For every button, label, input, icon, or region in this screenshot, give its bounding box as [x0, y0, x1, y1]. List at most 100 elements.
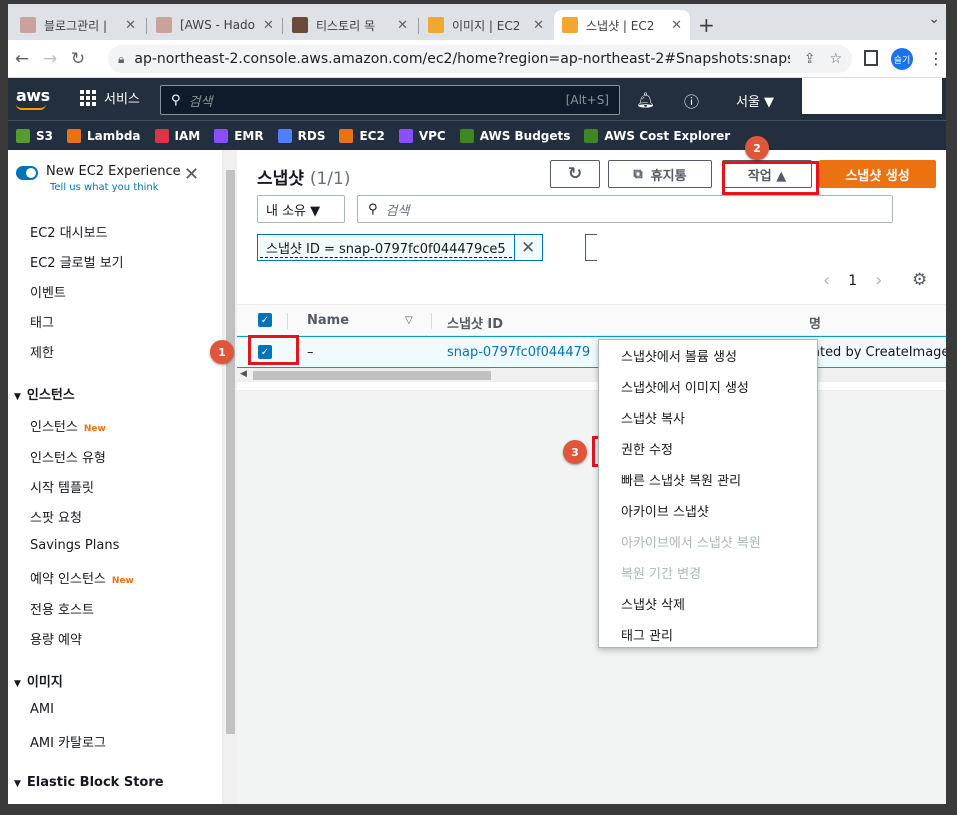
sidebar-section-instances[interactable]: ▼ 인스턴스: [14, 384, 75, 403]
select-all-checkbox[interactable]: ✓: [258, 313, 272, 327]
sidebar-item-ami-catalog[interactable]: AMI 카탈로그: [30, 732, 106, 751]
refresh-icon: ↻: [567, 164, 583, 184]
column-header-snapshot-id[interactable]: 스냅샷 ID: [447, 313, 503, 332]
forward-arrow-icon[interactable]: →: [36, 49, 64, 69]
favorite-iam[interactable]: IAM: [154, 128, 200, 143]
back-arrow-icon[interactable]: ←: [8, 49, 36, 69]
new-tab-plus-icon[interactable]: +: [698, 13, 715, 37]
close-icon[interactable]: ✕: [117, 18, 136, 33]
sidebar-item-events[interactable]: 이벤트: [30, 282, 66, 301]
new-experience-toggle[interactable]: [16, 166, 38, 180]
notification-bell-icon[interactable]: 🔔︎: [636, 91, 655, 109]
services-menu-button[interactable]: 서비스: [80, 88, 140, 107]
sidebar-item-launch-templates[interactable]: 시작 템플릿: [30, 477, 94, 496]
sidebar-item-capacity-reservations[interactable]: 용량 예약: [30, 629, 82, 648]
menu-item-create-image[interactable]: 스냅샷에서 이미지 생성: [621, 377, 749, 396]
sidebar-item-spot-requests[interactable]: 스팟 요청: [30, 507, 82, 526]
sidebar-item-global-view[interactable]: EC2 글로벌 보기: [30, 252, 124, 271]
feedback-link[interactable]: Tell us what you think: [50, 182, 181, 193]
menu-item-manage-tags[interactable]: 태그 관리: [621, 625, 673, 644]
help-icon[interactable]: ⓘ: [684, 91, 699, 112]
favorite-aws-budgets[interactable]: AWS Budgets: [459, 128, 570, 143]
close-icon[interactable]: ✕: [184, 164, 199, 185]
step-marker-3: 3: [563, 440, 587, 464]
region-selector[interactable]: 서울 ▼: [736, 91, 774, 110]
snapshot-id-link[interactable]: snap-0797fc0f044479: [447, 345, 590, 360]
favorite-cost-explorer[interactable]: AWS Cost Explorer: [584, 128, 730, 143]
sidebar-item-instances[interactable]: 인스턴스 New: [30, 416, 106, 435]
chevron-right-icon[interactable]: ›: [875, 270, 882, 291]
browser-tab[interactable]: 블로그관리 | ✕: [12, 10, 144, 40]
clear-filters-button[interactable]: [585, 234, 597, 261]
vpc-icon: [398, 128, 413, 143]
browser-tab[interactable]: 이미지 | EC2 ✕: [420, 10, 552, 40]
close-icon[interactable]: ✕: [255, 18, 274, 33]
browser-tab-active[interactable]: 스냅샷 | EC2 ✕: [554, 10, 690, 40]
sidebar-item-ec2-dashboard[interactable]: EC2 대시보드: [30, 222, 108, 241]
filter-token[interactable]: 스냅샷 ID = snap-0797fc0f044479ce5 ✕: [257, 234, 543, 261]
create-snapshot-button[interactable]: 스냅샷 생성: [819, 160, 936, 188]
close-icon[interactable]: ✕: [389, 18, 408, 33]
menu-item-modify-permissions[interactable]: 권한 수정: [621, 439, 673, 458]
chevron-left-icon[interactable]: ‹: [823, 270, 830, 291]
aws-search-input[interactable]: ⚲ 검색 [Alt+S]: [160, 85, 620, 115]
console-body: New EC2 Experience Tell us what you thin…: [8, 136, 946, 804]
close-icon[interactable]: ✕: [525, 18, 544, 33]
sort-triangle-icon[interactable]: ▽: [405, 315, 413, 326]
gear-icon[interactable]: ⚙: [912, 270, 927, 290]
table-row[interactable]: ✓ – snap-0797fc0f044479 ated by CreateIm…: [237, 336, 946, 368]
chevron-down-icon[interactable]: ⌄: [928, 11, 940, 27]
refresh-button[interactable]: ↻: [550, 160, 600, 188]
aws-logo[interactable]: aws: [16, 86, 50, 110]
bookmark-star-icon[interactable]: ☆: [829, 51, 842, 67]
search-icon: ⚲: [171, 92, 181, 108]
sidebar-section-ebs[interactable]: ▼ Elastic Block Store: [14, 775, 164, 790]
share-icon[interactable]: ⇪: [804, 51, 816, 67]
tistory-favicon-icon: [292, 17, 308, 33]
sidebar-scrollbar-thumb[interactable]: [226, 170, 235, 734]
favorite-rds[interactable]: RDS: [277, 128, 325, 143]
table-scrollbar-thumb[interactable]: [253, 371, 491, 380]
owner-filter-select[interactable]: 내 소유 ▼: [257, 195, 345, 223]
sidebar-item-reserved-instances[interactable]: 예약 인스턴스 New: [30, 568, 134, 587]
column-header-description[interactable]: 명: [809, 313, 821, 332]
menu-item-fast-snapshot-restore[interactable]: 빠른 스냅샷 복원 관리: [621, 470, 741, 489]
close-icon[interactable]: ✕: [513, 235, 542, 260]
page-number[interactable]: 1: [848, 273, 857, 289]
recycle-bin-button[interactable]: ⧉ 휴지통: [608, 160, 712, 188]
sidebar-item-savings-plans[interactable]: Savings Plans: [30, 538, 119, 553]
sidebar-item-limits[interactable]: 제한: [30, 342, 54, 361]
browser-tab[interactable]: 티스토리 목 ✕: [284, 10, 416, 40]
favorite-vpc[interactable]: VPC: [398, 128, 446, 143]
column-header-name[interactable]: Name: [307, 313, 349, 328]
menu-item-copy-snapshot[interactable]: 스냅샷 복사: [621, 408, 685, 427]
favorite-ec2[interactable]: EC2: [339, 128, 385, 143]
favorites-bar: S3 Lambda IAM EMR RDS EC2 VPC AWS Budget…: [8, 120, 946, 150]
favorite-emr[interactable]: EMR: [214, 128, 264, 143]
reload-icon[interactable]: ↻: [64, 49, 92, 69]
highlight-row-checkbox: [248, 335, 299, 365]
side-panel-icon[interactable]: [864, 50, 878, 66]
sidebar-section-images[interactable]: ▼ 이미지: [14, 671, 63, 690]
browser-tab[interactable]: [AWS - Hado ✕: [148, 10, 280, 40]
menu-item-archive-snapshot[interactable]: 아카이브 스냅샷: [621, 501, 709, 520]
more-menu-icon[interactable]: ⋮: [928, 49, 944, 68]
sidebar-item-instance-types[interactable]: 인스턴스 유형: [30, 447, 106, 466]
sidebar-item-dedicated-hosts[interactable]: 전용 호스트: [30, 599, 94, 618]
iam-icon: [154, 128, 169, 143]
favorite-s3[interactable]: S3: [16, 128, 53, 143]
snapshot-search-input[interactable]: ⚲ 검색: [357, 195, 893, 223]
favorite-lambda[interactable]: Lambda: [67, 128, 141, 143]
menu-item-delete-snapshot[interactable]: 스냅샷 삭제: [621, 594, 685, 613]
close-icon[interactable]: ✕: [663, 18, 682, 33]
row-name-cell: –: [307, 345, 314, 360]
account-menu-area[interactable]: [802, 78, 942, 114]
table-horizontal-scrollbar[interactable]: ◀: [237, 368, 946, 382]
sidebar-item-tags[interactable]: 태그: [30, 312, 54, 331]
sidebar-item-ami[interactable]: AMI: [30, 702, 54, 717]
browser-toolbar: ← → ↻ 🔒︎ ap-northeast-2.console.aws.amaz…: [8, 40, 946, 78]
scroll-left-arrow-icon[interactable]: ◀: [240, 369, 247, 379]
profile-avatar[interactable]: 슬기: [891, 48, 913, 70]
menu-item-create-volume[interactable]: 스냅샷에서 볼륨 생성: [621, 346, 737, 365]
address-bar[interactable]: 🔒︎ ap-northeast-2.console.aws.amazon.com…: [108, 45, 852, 73]
